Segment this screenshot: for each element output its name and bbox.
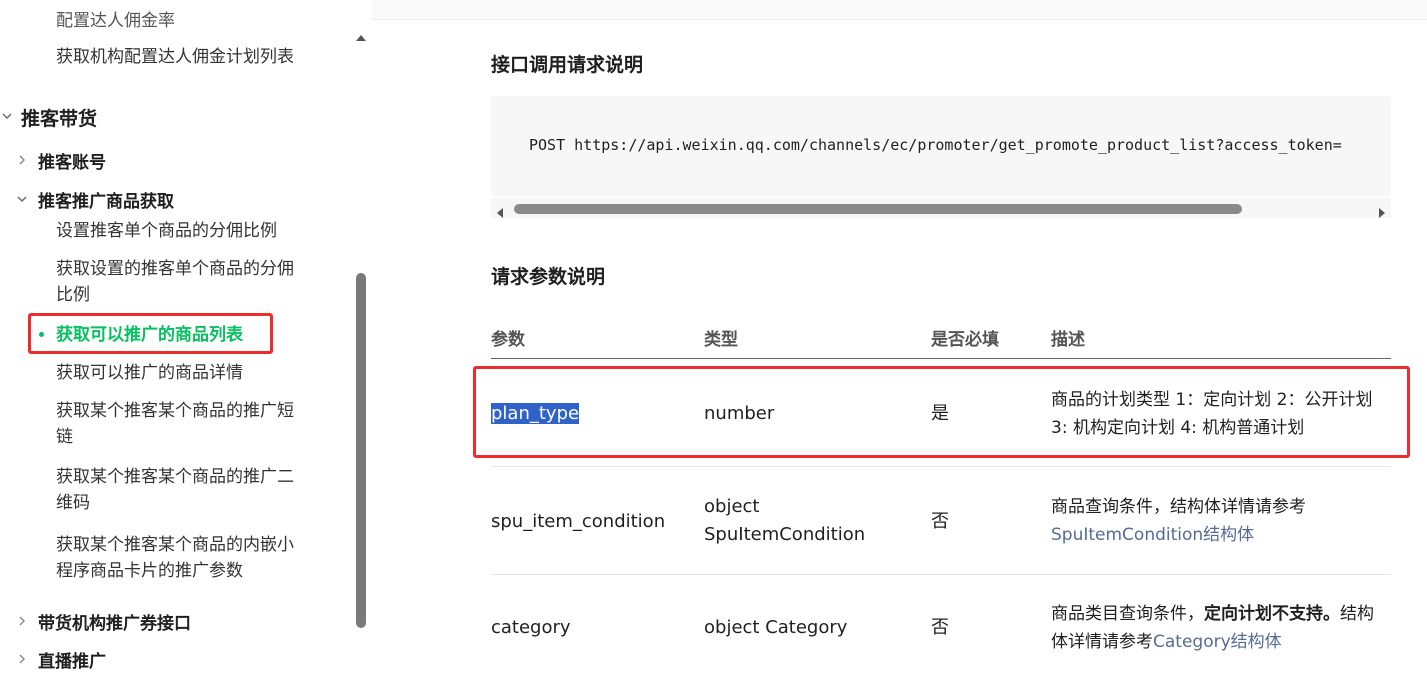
code-scrollbar-thumb[interactable] <box>514 204 1242 214</box>
param-category: category <box>491 617 571 638</box>
sidebar-sub-product[interactable]: 推客推广商品获取 <box>38 187 174 212</box>
request-code-block: POST https://api.weixin.qq.com/channels/… <box>491 96 1391 196</box>
table-row: plan_type <box>491 400 580 428</box>
param-plan-type[interactable]: plan_type <box>491 403 580 424</box>
sidebar-sub-coupon[interactable]: 带货机构推广券接口 <box>38 609 191 634</box>
scroll-left-arrow-icon[interactable] <box>497 203 504 222</box>
desc-category: 商品类目查询条件，定向计划不支持。结构体详情请参考Category结构体 <box>1051 600 1386 656</box>
spu-item-condition-link[interactable]: SpuItemCondition结构体 <box>1051 525 1254 545</box>
required-category: 否 <box>931 617 949 638</box>
sidebar-item-plan-list[interactable]: 获取机构配置达人佣金计划列表 <box>56 44 294 70</box>
sidebar-item-qrcode[interactable]: 获取某个推客某个商品的推广二维码 <box>56 464 306 516</box>
desc-text: 商品查询条件，结构体详情请参考 <box>1051 497 1306 517</box>
sidebar-item-miniprogram-card[interactable]: 获取某个推客某个商品的内嵌小程序商品卡片的推广参数 <box>56 532 306 584</box>
sidebar-scrollbar-thumb[interactable] <box>356 273 366 628</box>
sidebar-sub-account[interactable]: 推客账号 <box>38 148 106 173</box>
sidebar-item-get-ratio[interactable]: 获取设置的推客单个商品的分佣比例 <box>56 256 306 308</box>
required-spu-item-condition: 否 <box>931 511 949 532</box>
type-spu-item-condition: object SpuItemCondition <box>704 496 866 545</box>
table-header-divider <box>491 358 1391 359</box>
sidebar-item-partial[interactable]: 配置达人佣金率 <box>56 8 175 34</box>
sidebar-item-set-ratio[interactable]: 设置推客单个商品的分佣比例 <box>56 218 277 244</box>
desc-spu-item-condition: 商品查询条件，结构体详情请参考 SpuItemCondition结构体 <box>1051 493 1386 549</box>
sidebar-group-title[interactable]: 推客带货 <box>21 104 97 131</box>
main-content: 接口调用请求说明 POST https://api.weixin.qq.com/… <box>372 20 1427 681</box>
row-divider <box>491 466 1391 467</box>
chevron-right-icon[interactable] <box>17 616 27 626</box>
scroll-up-arrow-icon[interactable] <box>355 27 367 41</box>
chevron-down-icon[interactable] <box>2 111 12 121</box>
table-header-type: 类型 <box>704 330 738 350</box>
type-category: object Category <box>704 617 848 638</box>
sidebar-item-short-link[interactable]: 获取某个推客某个商品的推广短链 <box>56 398 306 450</box>
sidebar-nav: 配置达人佣金率 获取机构配置达人佣金计划列表 推客带货 推客账号 推客推广商品获… <box>0 0 372 681</box>
request-heading: 接口调用请求说明 <box>491 54 644 76</box>
chevron-down-icon[interactable] <box>17 194 27 204</box>
type-plan-type: number <box>704 403 775 424</box>
category-link[interactable]: Category结构体 <box>1153 632 1282 652</box>
scroll-right-arrow-icon[interactable] <box>1378 203 1385 222</box>
chevron-right-icon[interactable] <box>17 155 27 165</box>
chevron-right-icon[interactable] <box>17 654 27 664</box>
row-divider <box>491 574 1391 575</box>
params-heading: 请求参数说明 <box>491 266 606 288</box>
sidebar-item-product-detail[interactable]: 获取可以推广的商品详情 <box>56 360 243 386</box>
code-horizontal-scrollbar[interactable] <box>491 198 1391 218</box>
table-header-param: 参数 <box>491 330 525 350</box>
desc-bold-note: 定向计划不支持。 <box>1204 604 1340 624</box>
table-header-required: 是否必填 <box>931 330 999 350</box>
table-header-desc: 描述 <box>1051 330 1085 350</box>
sidebar-item-product-list[interactable]: 获取可以推广的商品列表 <box>56 322 243 348</box>
desc-text: 商品类目查询条件， <box>1051 604 1204 624</box>
desc-plan-type: 商品的计划类型 1：定向计划 2：公开计划 3: 机构定向计划 4: 机构普通计… <box>1051 390 1373 438</box>
param-spu-item-condition: spu_item_condition <box>491 511 666 532</box>
active-dot-icon <box>39 332 44 337</box>
request-code-text: POST https://api.weixin.qq.com/channels/… <box>529 136 1342 154</box>
sidebar-sub-live[interactable]: 直播推广 <box>38 647 106 672</box>
required-plan-type: 是 <box>931 403 949 424</box>
